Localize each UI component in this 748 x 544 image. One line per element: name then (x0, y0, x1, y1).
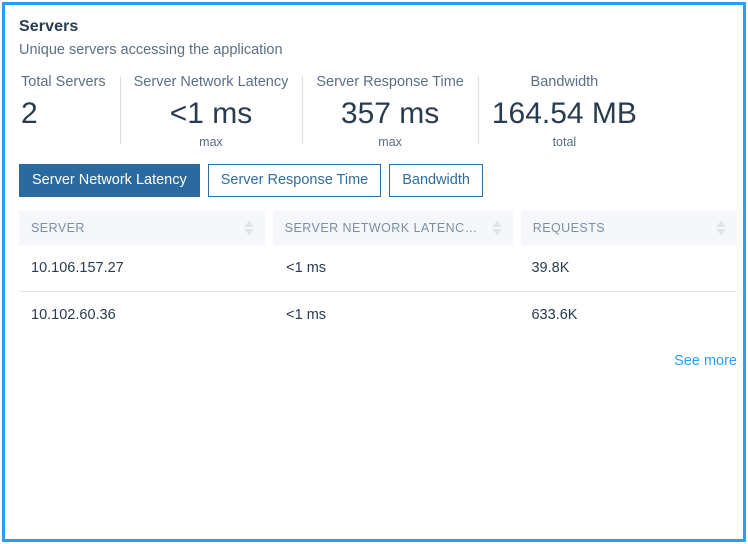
sort-both-icon[interactable] (243, 220, 255, 236)
column-header-label: REQUESTS (532, 221, 606, 235)
stat-sublabel: total (552, 135, 577, 149)
stat-value: <1 ms (169, 97, 253, 130)
table-body: 10.106.157.27 <1 ms 39.8K 10.102.60.36 <… (19, 245, 737, 338)
column-header-requests[interactable]: REQUESTS (520, 211, 737, 245)
stat-bandwidth: Bandwidth 164.54 MB total (477, 73, 651, 150)
cell-latency: <1 ms (286, 260, 327, 276)
stat-total-servers: Total Servers 2 (19, 73, 120, 134)
sort-both-icon[interactable] (491, 220, 503, 236)
stat-label: Bandwidth (530, 74, 599, 90)
stat-sublabel: max (199, 135, 223, 149)
tab-server-response-time[interactable]: Server Response Time (207, 164, 382, 197)
cell-server: 10.106.157.27 (31, 260, 124, 276)
stat-label: Total Servers (21, 74, 106, 90)
column-header-label: SERVER NETWORK LATENCY (... (284, 221, 484, 235)
table-row[interactable]: 10.102.60.36 <1 ms 633.6K (19, 292, 737, 338)
stat-label: Server Response Time (316, 74, 464, 90)
cell-requests: 633.6K (531, 307, 578, 323)
servers-table: SERVER SERVER NETWORK LATENCY (... REQUE… (19, 211, 737, 338)
stat-value: 357 ms (340, 97, 440, 130)
servers-card: Servers Unique servers accessing the app… (2, 2, 746, 542)
tab-server-network-latency[interactable]: Server Network Latency (19, 164, 200, 197)
stat-value: 2 (21, 97, 38, 130)
table-row[interactable]: 10.106.157.27 <1 ms 39.8K (19, 245, 737, 292)
metric-tabs: Server Network Latency Server Response T… (19, 164, 729, 197)
see-more-link[interactable]: See more (674, 353, 737, 369)
stat-value: 164.54 MB (491, 97, 637, 130)
column-header-label: SERVER (31, 221, 85, 235)
sort-both-icon[interactable] (716, 220, 727, 236)
cell-requests: 39.8K (531, 260, 570, 276)
summary-stats: Total Servers 2 Server Network Latency <… (19, 73, 729, 150)
page-subtitle: Unique servers accessing the application (19, 42, 283, 58)
table-footer: See more (19, 352, 737, 370)
stat-label: Server Network Latency (133, 74, 289, 90)
screen: Servers Unique servers accessing the app… (0, 0, 748, 544)
page-title: Servers (19, 18, 79, 35)
stat-server-network-latency: Server Network Latency <1 ms max (119, 73, 303, 150)
column-header-server[interactable]: SERVER (19, 211, 265, 245)
tab-bandwidth[interactable]: Bandwidth (389, 164, 483, 197)
table-header-row: SERVER SERVER NETWORK LATENCY (... REQUE… (19, 211, 737, 245)
cell-server: 10.102.60.36 (31, 307, 116, 323)
stat-sublabel: max (378, 135, 402, 149)
cell-latency: <1 ms (286, 307, 327, 323)
card-content: Servers Unique servers accessing the app… (5, 5, 743, 370)
column-header-server-network-latency[interactable]: SERVER NETWORK LATENCY (... (272, 211, 513, 245)
stat-server-response-time: Server Response Time 357 ms max (302, 73, 477, 150)
